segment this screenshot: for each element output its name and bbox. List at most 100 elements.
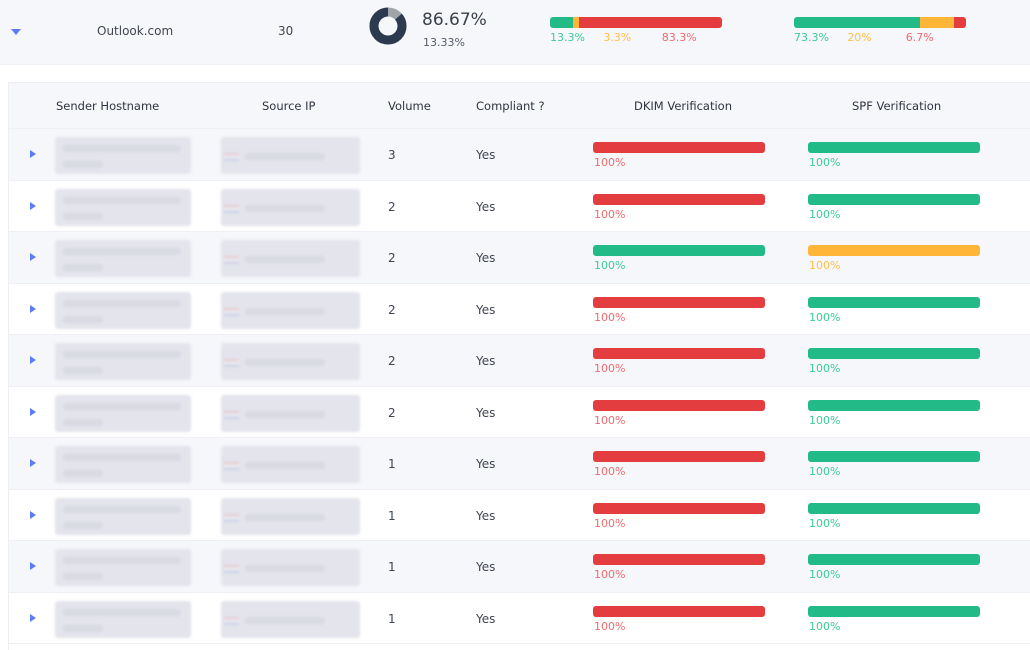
dkim-result-bar	[593, 502, 765, 514]
expand-caret-icon[interactable]	[30, 459, 36, 467]
summary-dkim-label-warn: 3.3%	[603, 31, 632, 44]
sender-hostname-redacted	[55, 446, 191, 483]
summary-dkim-segment-pass	[550, 17, 573, 28]
spf-result-bar	[808, 451, 980, 462]
compliant-cell: Yes	[476, 611, 496, 626]
source-ip-redacted	[221, 137, 360, 174]
country-flag-icon	[224, 204, 239, 213]
provider-name: Outlook.com	[97, 24, 174, 38]
volume-cell: 1	[388, 560, 396, 574]
spf-result-bar	[808, 193, 980, 205]
volume-cell: 3	[388, 148, 396, 162]
volume-cell: 2	[388, 199, 396, 214]
spf-result-bar	[808, 605, 980, 617]
sender-hostname-redacted	[55, 343, 191, 380]
dkim-result-label: 100%	[594, 156, 626, 169]
compliant-cell: Yes	[476, 251, 496, 265]
country-flag-icon	[224, 359, 239, 367]
expand-caret-icon[interactable]	[30, 150, 36, 158]
country-flag-icon	[224, 462, 239, 470]
dkim-result-label: 100%	[594, 413, 626, 427]
table-row[interactable]: 2 Yes 100% 100%	[9, 181, 1030, 232]
country-flag-icon	[224, 153, 239, 161]
table-row[interactable]: 1 Yes 100% 100%	[9, 593, 1030, 644]
country-flag-icon	[224, 256, 239, 264]
table-row[interactable]: 2 Yes 100% 100%	[9, 387, 1030, 438]
source-ip-redacted	[221, 394, 360, 432]
spf-result-label: 100%	[809, 259, 841, 272]
spf-result-label: 100%	[809, 362, 841, 375]
country-flag-icon	[224, 410, 239, 419]
column-header-sender-hostname[interactable]: Sender Hostname	[56, 99, 159, 113]
volume-cell: 2	[388, 302, 396, 317]
summary-dkim-label-pass: 13.3%	[550, 31, 585, 44]
dkim-result-bar	[593, 605, 765, 617]
compliant-cell: Yes	[476, 560, 496, 574]
spf-result-bar	[808, 245, 980, 256]
sender-table: Sender Hostname Source IP Volume Complia…	[8, 82, 1030, 650]
compliant-cell: Yes	[476, 354, 496, 368]
sender-hostname-redacted	[55, 137, 191, 174]
source-ip-redacted	[221, 240, 360, 277]
summary-spf-label-fail: 6.7%	[905, 31, 934, 44]
source-ip-redacted	[221, 188, 360, 226]
column-header-compliant[interactable]: Compliant ?	[476, 99, 545, 113]
summary-spf-labels: 73.3% 20% 6.7%	[794, 31, 966, 45]
dkim-result-bar	[593, 554, 765, 565]
expand-caret-icon[interactable]	[30, 356, 36, 364]
expand-caret-icon[interactable]	[30, 253, 36, 261]
spf-result-bar	[808, 142, 980, 153]
expand-caret-icon[interactable]	[30, 562, 36, 570]
column-header-spf[interactable]: SPF Verification	[852, 99, 941, 113]
country-flag-icon	[224, 616, 239, 625]
spf-result-label: 100%	[809, 568, 841, 581]
summary-spf-bar	[794, 17, 966, 28]
table-row[interactable]: 2 Yes 100% 100%	[9, 335, 1030, 387]
dkim-result-label: 100%	[594, 259, 626, 272]
dkim-result-bar	[593, 296, 765, 308]
column-header-volume[interactable]: Volume	[388, 99, 431, 113]
summary-dkim-label-fail: 83.3%	[661, 31, 697, 44]
expand-caret-icon[interactable]	[30, 201, 36, 210]
expand-caret-icon[interactable]	[30, 510, 36, 519]
spf-result-bar	[808, 296, 980, 308]
spf-result-label: 100%	[809, 413, 841, 427]
expand-caret-icon[interactable]	[30, 613, 36, 622]
table-row[interactable]: 2 Yes 100% 100%	[9, 232, 1030, 284]
spf-result-bar	[808, 348, 980, 359]
table-row[interactable]: 1 Yes 100% 100%	[9, 541, 1030, 593]
sender-hostname-redacted	[55, 549, 191, 586]
compliant-cell: Yes	[476, 405, 496, 420]
expand-caret-icon[interactable]	[30, 304, 36, 313]
sender-hostname-redacted	[55, 291, 191, 329]
country-flag-icon	[224, 565, 239, 573]
dkim-result-label: 100%	[594, 310, 626, 324]
column-header-source-ip[interactable]: Source IP	[262, 99, 315, 113]
dkim-result-bar	[593, 193, 765, 205]
column-header-dkim[interactable]: DKIM Verification	[634, 99, 732, 113]
table-row[interactable]: 1 Yes 100% 100%	[9, 438, 1030, 490]
dkim-result-bar	[593, 399, 765, 411]
source-ip-redacted	[221, 291, 360, 329]
sender-hostname-redacted	[55, 188, 191, 226]
dkim-result-label: 100%	[594, 465, 626, 478]
summary-spf-label-warn: 20%	[847, 31, 872, 44]
summary-spf-label-pass: 73.3%	[794, 31, 829, 44]
table-row[interactable]: 2 Yes 100% 100%	[9, 284, 1030, 335]
expand-caret-icon[interactable]	[30, 407, 36, 416]
spf-result-bar	[808, 554, 980, 565]
dkim-result-bar	[593, 142, 765, 153]
collapse-caret-icon[interactable]	[11, 29, 21, 35]
compliant-cell: Yes	[476, 457, 496, 471]
compliant-cell: Yes	[476, 508, 496, 523]
provider-summary-row[interactable]: Outlook.com 30 86.67% 13.33% 13.3% 3.3% 83…	[0, 0, 1030, 65]
source-ip-redacted	[221, 446, 360, 483]
volume-cell: 1	[388, 508, 396, 523]
sender-hostname-redacted	[55, 600, 191, 638]
dkim-result-label: 100%	[594, 362, 626, 375]
compliant-cell: Yes	[476, 148, 496, 162]
compliance-donut-chart	[369, 7, 407, 45]
table-row[interactable]: 3 Yes 100% 100%	[9, 129, 1030, 181]
table-row[interactable]: 1 Yes 100% 100%	[9, 490, 1030, 541]
dkim-result-bar	[593, 348, 765, 359]
